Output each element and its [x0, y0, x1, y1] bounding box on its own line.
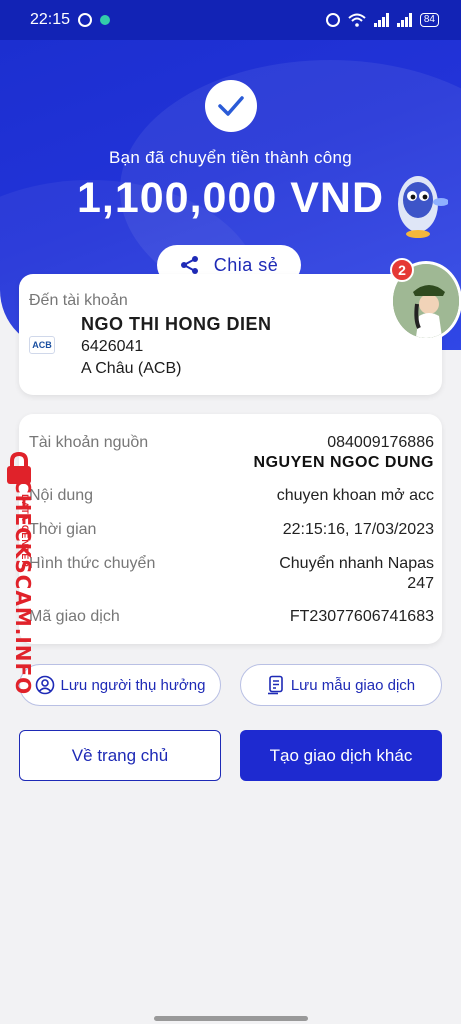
status-time: 22:15	[30, 11, 71, 28]
success-check-icon	[205, 80, 257, 132]
watermark: DATA CENTER CHECKSCAM.INFO	[2, 452, 46, 695]
wifi-icon	[348, 13, 366, 27]
source-account-number: 084009176886	[327, 434, 434, 451]
transaction-details-card: Tài khoản nguồn 084009176886 NGUYEN NGOC…	[19, 414, 442, 644]
messenger-icon	[78, 13, 93, 27]
method-label: Hình thức chuyển	[29, 555, 156, 572]
content-value: chuyen khoan mở acc	[276, 487, 434, 504]
vpn-shield-icon	[325, 13, 340, 27]
transaction-id-value: FT23077606741683	[289, 608, 434, 625]
user-icon	[35, 675, 54, 695]
source-account-name: NGUYEN NGOC DUNG	[253, 454, 434, 471]
recipient-card: Đến tài khoản ACB NGO THI HONG DIEN 6426…	[19, 274, 442, 395]
app-notification-icon	[100, 15, 111, 25]
signal-2-icon	[396, 13, 412, 27]
recipient-bank-name: A Châu (ACB)	[81, 360, 182, 377]
battery-icon: 84	[419, 13, 439, 27]
save-beneficiary-button[interactable]: Lưu người thụ hưởng	[19, 664, 221, 706]
source-account-label: Tài khoản nguồn	[29, 434, 149, 451]
watermark-text: CHECKSCAM.INFO	[11, 479, 35, 696]
home-button[interactable]: Về trang chủ	[19, 730, 221, 781]
new-transaction-button[interactable]: Tạo giao dịch khác	[240, 730, 442, 781]
recipient-label: Đến tài khoản	[29, 292, 128, 309]
status-right: 84	[325, 13, 439, 27]
save-beneficiary-label: Lưu người thụ hưởng	[60, 676, 206, 694]
method-value-line1: Chuyển nhanh Napas	[279, 555, 434, 572]
bank-logo: ACB	[29, 336, 55, 354]
share-label: Chia sẻ	[213, 254, 279, 275]
method-value-line2: 247	[407, 575, 434, 592]
status-left: 22:15	[30, 11, 111, 29]
signal-1-icon	[373, 13, 389, 27]
share-icon	[180, 256, 198, 274]
recipient-name: NGO THI HONG DIEN	[81, 314, 272, 334]
save-template-label: Lưu mẫu giao dịch	[290, 676, 416, 694]
home-indicator[interactable]	[154, 1016, 308, 1021]
mascot-icon	[398, 176, 448, 238]
status-bar: 22:15 84	[0, 0, 461, 40]
save-template-button[interactable]: Lưu mẫu giao dịch	[240, 664, 442, 706]
notification-badge: 2	[390, 258, 414, 282]
time-value: 22:15:16, 17/03/2023	[282, 521, 434, 538]
document-icon	[267, 675, 283, 695]
recipient-account-number: 6426041	[81, 338, 144, 355]
